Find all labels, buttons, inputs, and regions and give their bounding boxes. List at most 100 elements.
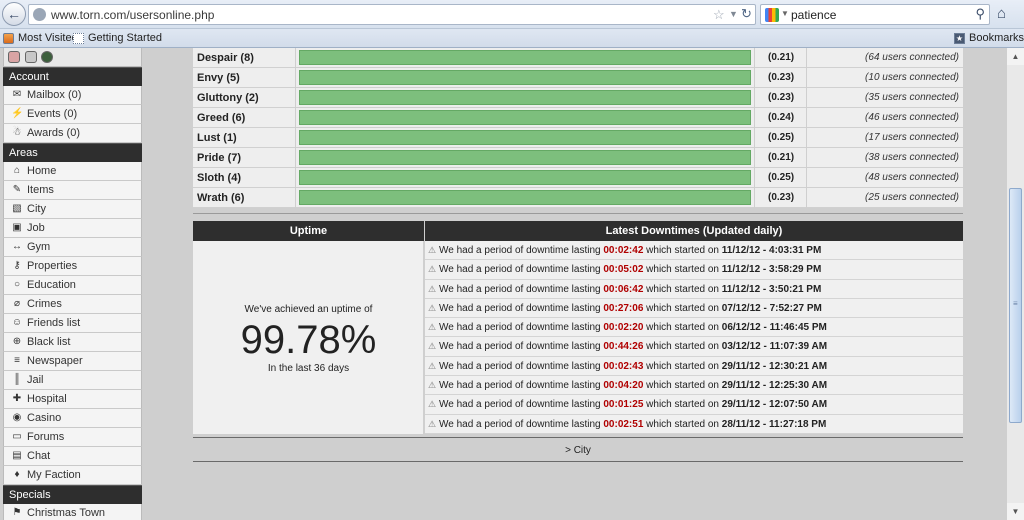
downtime-start: 29/11/12 - 12:07:50 AM: [721, 399, 828, 411]
url-dropdown-icon[interactable]: ▼: [729, 9, 738, 19]
sidebar-item-events[interactable]: ⚡ Events (0): [3, 105, 142, 124]
downtime-row: ⚠ We had a period of downtime lasting 00:…: [425, 298, 963, 319]
load-bar-cell: [295, 188, 755, 208]
address-bar[interactable]: www.torn.com/usersonline.php ☆ ▼ ↻: [28, 4, 756, 25]
uptime-panel: We've achieved an uptime of 99.78% In th…: [193, 241, 424, 434]
sidebar-item-home[interactable]: ⌂ Home: [3, 162, 142, 181]
divider: [193, 213, 963, 214]
back-button[interactable]: ←: [2, 2, 26, 26]
downtime-text: We had a period of downtime lasting 00:0…: [439, 361, 827, 372]
search-input[interactable]: patience: [791, 8, 836, 22]
downtime-duration: 00:04:20: [603, 380, 644, 392]
divider: [193, 437, 963, 438]
reload-icon[interactable]: ↻: [741, 6, 752, 22]
most-visited-icon: [3, 32, 14, 44]
server-load-table: Despair (8) (0.21) (64 users connected) Env…: [193, 48, 963, 208]
sidebar: Account ✉ Mailbox (0) ⚡ Events (0) ☃ Awards (0…: [3, 48, 142, 520]
downtime-middle: which started on: [646, 399, 719, 411]
scroll-down-arrow-icon[interactable]: ▼: [1007, 503, 1024, 520]
sidebar-item-label: Casino: [27, 412, 62, 424]
server-row: Greed (6) (0.24) (46 users connected): [193, 108, 963, 128]
downtime-duration: 00:02:43: [603, 360, 644, 372]
downtime-duration: 00:05:02: [603, 264, 644, 276]
server-name: Gluttony (2): [197, 92, 259, 104]
bookmarks-star-icon: ★: [954, 32, 965, 44]
sidebar-item-casino[interactable]: ◉ Casino: [3, 409, 142, 428]
sidebar-item-forums[interactable]: ▭ Forums: [3, 428, 142, 447]
sidebar-item-gym[interactable]: ↔ Gym: [3, 238, 142, 257]
downtime-prefix: We had a period of downtime lasting: [439, 245, 601, 256]
uptime-period: In the last 36 days: [267, 363, 350, 374]
server-name: Greed (6): [197, 112, 246, 124]
sidebar-item-job[interactable]: ▣ Job: [3, 219, 142, 238]
city-link[interactable]: > City: [193, 445, 963, 456]
users-connected: (64 users connected): [865, 52, 959, 63]
load-bar: [299, 50, 751, 65]
sidebar-item-awards[interactable]: ☃ Awards (0): [3, 124, 142, 143]
scroll-up-arrow-icon[interactable]: ▲: [1007, 48, 1024, 65]
url-text: www.torn.com/usersonline.php: [51, 8, 215, 22]
search-magnifier-icon[interactable]: ⚲: [975, 6, 985, 22]
sidebar-item-friends-list[interactable]: ☺ Friends list: [3, 314, 142, 333]
speech-bubble-icon: ▭: [12, 431, 22, 442]
sidebar-sections: Account ✉ Mailbox (0) ⚡ Events (0) ☃ Awards (0…: [3, 67, 142, 520]
sidebar-item-newspaper[interactable]: ≡ Newspaper: [3, 352, 142, 371]
page-scrollbar[interactable]: ▲ ≡ ▼: [1006, 48, 1024, 520]
sidebar-item-black-list[interactable]: ⊕ Black list: [3, 333, 142, 352]
downtime-duration: 00:02:20: [603, 322, 644, 334]
google-icon[interactable]: [765, 8, 779, 22]
bookmark-star-icon[interactable]: ☆: [713, 7, 725, 23]
sidebar-item-label: Chat: [27, 450, 51, 462]
sidebar-item-label: Black list: [27, 336, 71, 348]
engine-dropdown-icon[interactable]: ▼: [781, 9, 789, 18]
bookmark-most-visited[interactable]: Most Visited: [3, 32, 78, 44]
bookmarks-menu-button[interactable]: ★ Bookmarks: [954, 32, 1024, 44]
scroll-thumb[interactable]: ≡: [1009, 188, 1022, 423]
status-icon-2[interactable]: [25, 51, 37, 63]
downtime-row: ⚠ We had a period of downtime lasting 00:…: [425, 395, 963, 415]
sidebar-item-education[interactable]: ○ Education: [3, 276, 142, 295]
downtime-duration: 00:44:26: [603, 341, 644, 353]
sidebar-item-label: Awards (0): [27, 127, 80, 139]
sidebar-item-jail[interactable]: ║ Jail: [3, 371, 142, 390]
flag-icon: ⚑: [12, 507, 22, 518]
sidebar-item-city[interactable]: ▧ City: [3, 200, 142, 219]
load-bar: [299, 170, 751, 185]
sidebar-item-christmas-town[interactable]: ⚑ Christmas Town: [3, 504, 142, 520]
home-button[interactable]: ⌂: [997, 5, 1006, 22]
downtime-duration: 00:01:25: [603, 399, 644, 411]
downtime-row: ⚠ We had a period of downtime lasting 00:…: [425, 241, 963, 261]
sidebar-item-my-faction[interactable]: ♦ My Faction: [3, 466, 142, 485]
downtime-prefix: We had a period of downtime lasting: [439, 399, 601, 411]
status-icon-3[interactable]: [41, 51, 53, 63]
warning-icon: ⚠: [428, 302, 437, 313]
sidebar-item-mailbox[interactable]: ✉ Mailbox (0): [3, 86, 142, 105]
person-icon: ☺: [11, 317, 23, 328]
search-bar[interactable]: ▼ patience ⚲: [760, 4, 990, 25]
load-bar-cell: [295, 48, 755, 68]
bars-icon: ║: [13, 374, 21, 385]
downtime-duration: 00:27:06: [603, 302, 644, 314]
users-connected: (46 users connected): [865, 112, 959, 123]
sidebar-item-chat[interactable]: ▤ Chat: [3, 447, 142, 466]
load-bar-cell: [295, 88, 755, 108]
status-icon-1[interactable]: [8, 51, 20, 63]
sidebar-item-items[interactable]: ✎ Items: [3, 181, 142, 200]
downtime-text: We had a period of downtime lasting 00:0…: [439, 399, 827, 410]
globe-icon: ⊕: [12, 336, 22, 347]
sidebar-item-hospital[interactable]: ✚ Hospital: [3, 390, 142, 409]
bookmark-getting-started[interactable]: Getting Started: [73, 32, 162, 44]
dumbbell-icon: ↔: [12, 241, 22, 252]
sidebar-item-label: Items: [27, 184, 54, 196]
server-row: Wrath (6) (0.23) (25 users connected): [193, 188, 963, 208]
bookmarks-bar: Most Visited Getting Started ★ Bookmarks: [0, 29, 1024, 48]
sidebar-item-crimes[interactable]: ⌀ Crimes: [3, 295, 142, 314]
sidebar-item-properties[interactable]: ⚷ Properties: [3, 257, 142, 276]
downtime-start: 28/11/12 - 11:27:18 PM: [721, 418, 827, 430]
warning-icon: ⚠: [428, 283, 437, 294]
downtime-duration: 00:02:51: [603, 418, 644, 430]
status-icons: [3, 48, 142, 67]
downtime-text: We had a period of downtime lasting 00:0…: [439, 322, 827, 333]
sidebar-item-label: Education: [27, 279, 76, 291]
downtime-prefix: We had a period of downtime lasting: [439, 341, 601, 353]
